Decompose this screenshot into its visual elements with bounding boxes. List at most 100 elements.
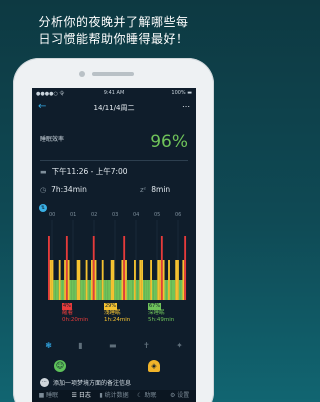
sleep-stage-bar bbox=[171, 280, 174, 300]
sleep-stage-bar bbox=[175, 260, 178, 300]
efficiency-value: 96% bbox=[150, 132, 188, 152]
status-bar: ●●●●○ 令 9:41 AM 100% ▬ bbox=[32, 88, 196, 98]
dream-note-row[interactable]: ⋯ 添加一项梦境方面的备注信息 bbox=[40, 378, 131, 387]
promo-caption-line-2: 日习惯能帮助你睡得最好！ bbox=[38, 32, 189, 46]
sleep-stage-bar bbox=[58, 260, 61, 300]
tab-journal[interactable]: ☰ 日志 bbox=[65, 390, 98, 402]
sleep-stage-bar bbox=[117, 280, 120, 300]
drink-icon[interactable]: ▮ bbox=[78, 341, 82, 353]
awake-label: 醒着 bbox=[62, 310, 74, 316]
sleep-stage-bar bbox=[96, 280, 99, 300]
sleep-stage-bar bbox=[116, 280, 118, 300]
sleep-stage-bar bbox=[69, 280, 72, 300]
sleep-stage-bar bbox=[177, 260, 179, 300]
sleep-stage-bar bbox=[144, 280, 147, 300]
clock-icon: ◷ bbox=[40, 185, 47, 194]
sleep-stage-bar bbox=[85, 260, 88, 300]
sleep-stage-bar bbox=[148, 280, 151, 300]
sleep-stage-bar bbox=[184, 236, 187, 300]
food-icon[interactable]: ✝ bbox=[143, 341, 150, 353]
stress-icon[interactable]: ✦ bbox=[176, 341, 183, 353]
sleep-stage-bar bbox=[89, 280, 92, 300]
tab-sleep[interactable]: ■ 睡眠 bbox=[32, 390, 65, 402]
sleep-stage-bar bbox=[80, 280, 83, 300]
hour-label: 02 bbox=[91, 212, 97, 218]
sleep-stage-bar bbox=[169, 280, 172, 300]
sleep-stage-bar bbox=[164, 280, 167, 300]
sleep-stage-bar bbox=[153, 280, 156, 300]
hour-label: 06 bbox=[175, 212, 181, 218]
hour-label: 00 bbox=[49, 212, 55, 218]
bed-icon: ▬ bbox=[40, 167, 47, 176]
time-to-sleep-row: zᶻ 8min bbox=[140, 185, 170, 194]
sleep-stage-bar bbox=[92, 236, 95, 300]
sleep-stage-bar bbox=[121, 260, 124, 300]
bedtime-range: 下午11:26 - 上午7:00 bbox=[51, 167, 128, 176]
exercise-icon[interactable]: ❃ bbox=[45, 341, 52, 353]
hour-label: 01 bbox=[70, 212, 76, 218]
sleep-stage-bar bbox=[125, 260, 127, 300]
app-screen: ●●●●○ 令 9:41 AM 100% ▬ ← 14/11/4周二 ⋯ 睡眠效… bbox=[32, 88, 196, 402]
light-sleep-percent: 29% bbox=[104, 303, 118, 310]
sleep-stage-bar bbox=[87, 280, 90, 300]
sleep-stage-bar bbox=[150, 260, 152, 300]
sleep-stage-chart: 00 01 02 03 04 05 06 bbox=[40, 210, 190, 302]
sleep-stage-bar bbox=[123, 236, 126, 300]
sleep-stage-bar bbox=[62, 280, 65, 300]
sleep-stage-bar bbox=[83, 280, 86, 300]
sleep-stage-bar bbox=[60, 280, 63, 300]
deep-sleep-duration: 5h:49min bbox=[148, 317, 175, 323]
status-time: 9:41 AM bbox=[103, 90, 125, 96]
sleep-stage-bar bbox=[51, 260, 54, 300]
sleep-stage-bar bbox=[82, 280, 84, 300]
sleep-stage-bar bbox=[94, 260, 97, 300]
sleep-stage-bar bbox=[67, 260, 70, 300]
camera-icon bbox=[79, 71, 85, 77]
ghost-icon[interactable]: ◈ bbox=[148, 360, 160, 372]
sleep-stage-bar bbox=[101, 260, 104, 300]
sleep-stage-bar bbox=[134, 260, 136, 300]
sleep-stage-bar bbox=[73, 280, 75, 300]
sleep-stage-bar bbox=[139, 260, 142, 300]
habit-tags: ❃ ▮ ▬ ✝ ✦ bbox=[32, 341, 196, 353]
sleep-stage-bar bbox=[126, 280, 129, 300]
sleep-stage-bar bbox=[105, 280, 108, 300]
sleep-stage-bar bbox=[112, 260, 115, 300]
legend-awake: 4% 醒着 0h:20min bbox=[62, 303, 88, 324]
tab-settings[interactable]: ⚙ 设置 bbox=[163, 390, 196, 402]
sleep-stage-bar bbox=[107, 280, 109, 300]
sleep-stage-bar bbox=[130, 280, 133, 300]
deep-sleep-label: 深睡眠 bbox=[148, 310, 165, 316]
deep-sleep-percent: 67% bbox=[148, 303, 162, 310]
sleep-stage-bar bbox=[160, 236, 163, 300]
mood-row: ☺ ◈ bbox=[32, 360, 196, 374]
promo-caption-line-1: 分析你的夜晚并了解哪些每 bbox=[38, 15, 189, 29]
happy-face-icon[interactable]: ☺ bbox=[54, 360, 66, 372]
sleep-stage-bar bbox=[110, 260, 113, 300]
sleep-stage-bar bbox=[182, 260, 185, 300]
sleep-stage-bar bbox=[48, 236, 50, 300]
light-sleep-label: 浅睡眠 bbox=[104, 310, 121, 316]
speech-bubble-icon: ⋯ bbox=[40, 378, 49, 387]
sleep-stage-bar bbox=[91, 260, 93, 300]
tab-sleep-aid[interactable]: ☾ 助眠 bbox=[130, 390, 163, 402]
legend-deep-sleep: 67% 深睡眠 5h:49min bbox=[148, 303, 174, 324]
tab-statistics[interactable]: ▮ 统计数据 bbox=[98, 390, 131, 402]
sleep-stage-bar bbox=[162, 260, 165, 300]
sleep-stage-bar bbox=[114, 280, 117, 300]
time-to-sleep-value: 8min bbox=[151, 185, 171, 194]
bedtime-row: ▬ 下午11:26 - 上午7:00 bbox=[40, 166, 128, 177]
sleep-stage-bar bbox=[49, 260, 52, 300]
share-icon[interactable]: ⋯ bbox=[182, 102, 190, 111]
awake-percent: 4% bbox=[62, 303, 72, 310]
tab-bar: ■ 睡眠 ☰ 日志 ▮ 统计数据 ☾ 助眠 ⚙ 设置 bbox=[32, 390, 196, 402]
sleep-stage-graph: 00 01 02 03 04 05 06 bbox=[48, 212, 187, 300]
sleep-stage-bar bbox=[155, 280, 158, 300]
bed-tag-icon[interactable]: ▬ bbox=[109, 341, 117, 353]
sleep-stage-bar bbox=[137, 280, 140, 300]
hour-label: 04 bbox=[133, 212, 139, 218]
sleep-stage-bar bbox=[53, 280, 56, 300]
asleep-duration: 7h:34min bbox=[51, 185, 87, 194]
sleep-stage-bar bbox=[78, 260, 81, 300]
sleep-stage-bar bbox=[99, 280, 102, 300]
